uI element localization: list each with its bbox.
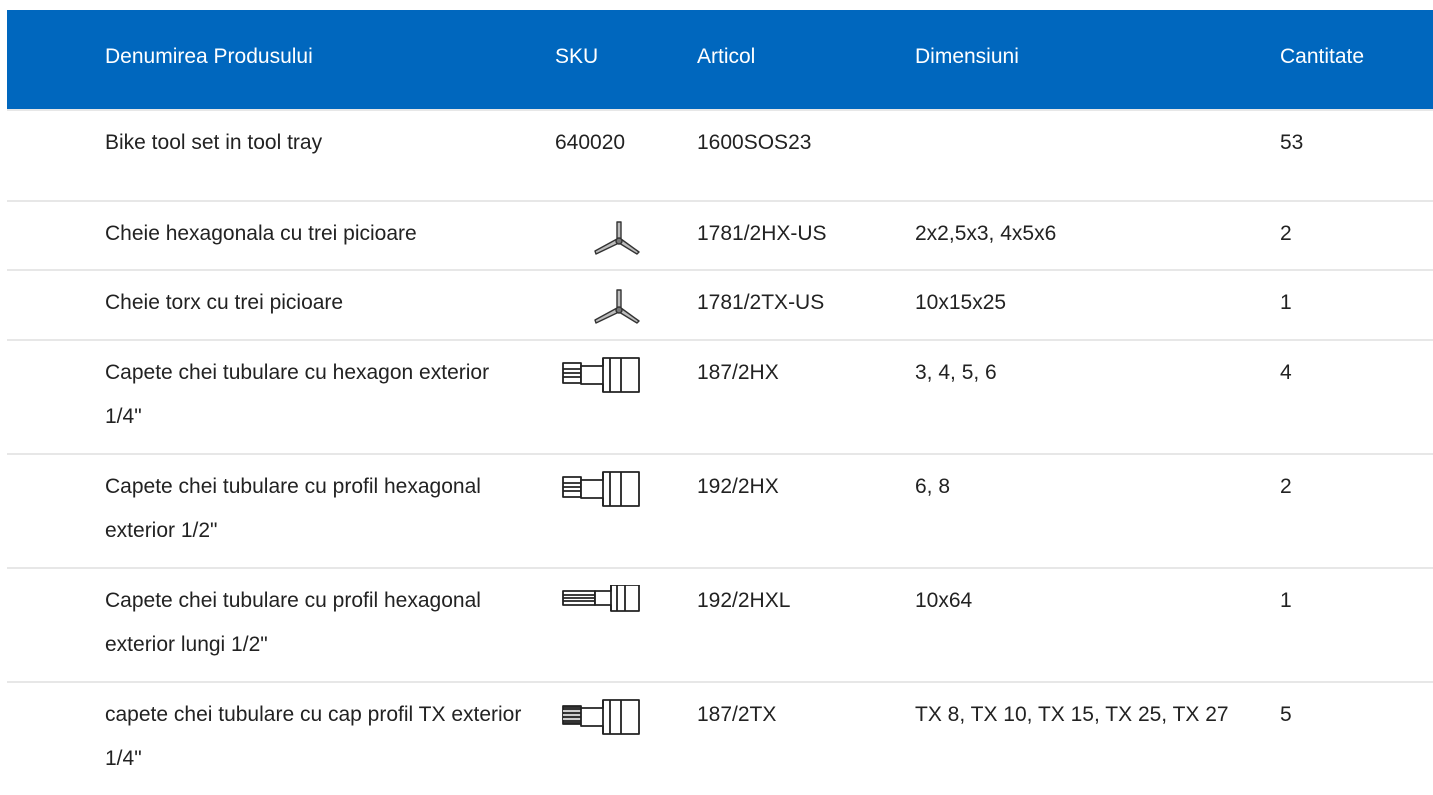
table-row: Capete chei tubulare cu profil hexagonal… xyxy=(7,453,1433,567)
header-article: Articol xyxy=(697,45,756,68)
three-leg-torx-key-icon xyxy=(555,287,641,325)
row-product-name: Bike tool set in tool tray xyxy=(105,131,323,154)
row-product-name: capete chei tubulare cu cap profil TX ex… xyxy=(105,703,522,770)
row-quantity: 53 xyxy=(1280,131,1304,154)
row-dimensions: 10x15x25 xyxy=(915,291,1007,314)
torx-socket-bit-icon xyxy=(555,699,641,737)
row-product-name: Cheie torx cu trei picioare xyxy=(105,291,344,314)
row-quantity: 1 xyxy=(1280,291,1292,314)
long-hex-socket-bit-icon xyxy=(555,585,641,623)
hex-socket-bit-icon xyxy=(555,471,641,509)
row-quantity: 5 xyxy=(1280,703,1292,726)
row-quantity: 2 xyxy=(1280,222,1292,245)
table-row: Capete chei tubulare cu hexagon exterior… xyxy=(7,339,1433,453)
row-dimensions: 2x2,5x3, 4x5x6 xyxy=(915,222,1057,245)
row-sku: 640020 xyxy=(555,131,626,154)
hex-socket-bit-icon xyxy=(555,357,641,395)
row-dimensions: 6, 8 xyxy=(915,475,951,498)
row-product-name: Cheie hexagonala cu trei picioare xyxy=(105,222,417,245)
header-sku: SKU xyxy=(555,45,599,68)
table-row: capete chei tubulare cu cap profil TX ex… xyxy=(7,681,1433,795)
row-product-name: Capete chei tubulare cu hexagon exterior… xyxy=(105,361,490,428)
table-row: Cheie hexagonala cu trei picioare 1781/2… xyxy=(7,200,1433,269)
row-quantity: 2 xyxy=(1280,475,1292,498)
header-product-name: Denumirea Produsului xyxy=(105,45,313,68)
row-article: 192/2HX xyxy=(697,475,779,498)
row-quantity: 4 xyxy=(1280,361,1292,384)
row-article: 192/2HXL xyxy=(697,589,791,612)
row-product-name: Capete chei tubulare cu profil hexagonal… xyxy=(105,589,481,656)
row-dimensions: 3, 4, 5, 6 xyxy=(915,361,997,384)
product-table: Denumirea Produsului SKU Articol Dimensi… xyxy=(7,10,1433,795)
table-row: Capete chei tubulare cu profil hexagonal… xyxy=(7,567,1433,681)
table-header: Denumirea Produsului SKU Articol Dimensi… xyxy=(7,10,1433,109)
row-dimensions: TX 8, TX 10, TX 15, TX 25, TX 27 xyxy=(915,703,1229,726)
row-article: 1781/2TX-US xyxy=(697,291,825,314)
row-dimensions: 10x64 xyxy=(915,589,973,612)
table-row: Cheie torx cu trei picioare 1781/2TX-US … xyxy=(7,269,1433,339)
row-product-name: Capete chei tubulare cu profil hexagonal… xyxy=(105,475,481,542)
row-quantity: 1 xyxy=(1280,589,1292,612)
three-leg-hex-key-icon xyxy=(555,218,641,256)
row-article: 187/2TX xyxy=(697,703,777,726)
row-article: 1781/2HX-US xyxy=(697,222,827,245)
row-article: 187/2HX xyxy=(697,361,779,384)
table-row: Bike tool set in tool tray 640020 1600SO… xyxy=(7,109,1433,200)
row-article: 1600SOS23 xyxy=(697,131,812,154)
header-dimensions: Dimensiuni xyxy=(915,45,1019,68)
header-quantity: Cantitate xyxy=(1280,45,1365,68)
